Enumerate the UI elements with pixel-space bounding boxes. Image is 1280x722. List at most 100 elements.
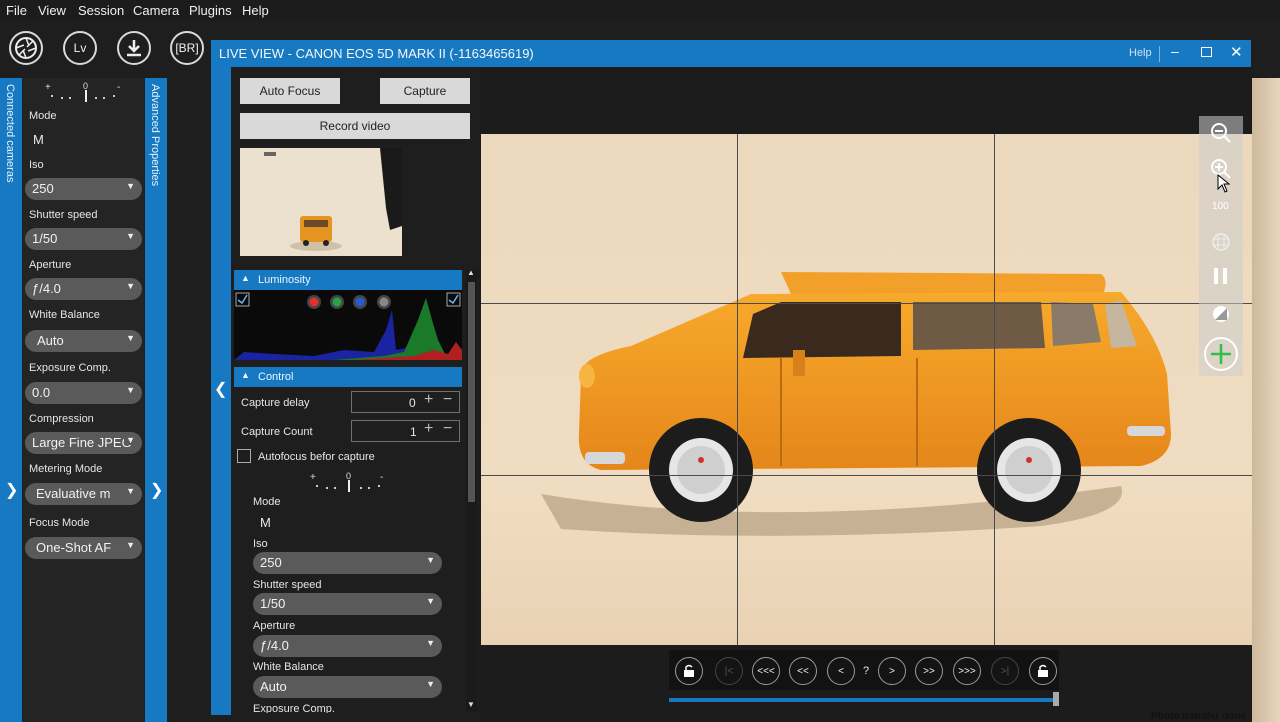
first-button[interactable]: |<: [715, 657, 743, 685]
exposure-scale-icon: + 0 -: [310, 471, 383, 492]
mouse-cursor-icon: [1217, 174, 1231, 193]
focus-point-icon[interactable]: [1203, 336, 1239, 372]
pause-icon[interactable]: [1213, 267, 1229, 285]
chevron-down-icon: ▼: [124, 435, 135, 445]
timeline-slider[interactable]: [669, 692, 1059, 706]
aperture-select-value: ƒ/4.0: [32, 281, 61, 296]
chevron-down-icon: ▼: [426, 638, 435, 648]
expand-advanced-icon[interactable]: ❯: [150, 480, 163, 500]
bracketing-label: [BR]: [175, 41, 199, 55]
advanced-properties-strip[interactable]: Advanced Properties ❯: [145, 78, 167, 722]
lv-iso-select[interactable]: 250 ▼: [253, 552, 442, 574]
minimize-icon[interactable]: –: [1171, 43, 1179, 59]
compression-select-value: Large Fine JPEG: [32, 435, 132, 450]
menu-file[interactable]: File: [6, 3, 27, 18]
minus-icon[interactable]: −: [443, 391, 452, 409]
edge-detection-icon[interactable]: [1211, 304, 1231, 324]
iso-select[interactable]: 250 ▼: [25, 178, 142, 200]
next-3-button[interactable]: >>>: [953, 657, 981, 685]
liveview-title: LIVE VIEW - CANON EOS 5D MARK II (-11634…: [219, 46, 534, 61]
histogram: [234, 290, 462, 360]
lv-aperture-select[interactable]: ƒ/4.0 ▼: [253, 635, 442, 657]
control-header[interactable]: ▲ Control: [234, 367, 462, 387]
minus-icon[interactable]: −: [443, 420, 452, 438]
luminosity-header[interactable]: ▲ Luminosity: [234, 270, 462, 290]
white-balance-select[interactable]: Auto ▼: [25, 330, 142, 352]
metering-select[interactable]: Evaluative m ▼: [25, 483, 142, 505]
plus-icon[interactable]: +: [424, 391, 433, 409]
mode-value: M: [33, 132, 44, 147]
autofocus-checkbox[interactable]: [237, 449, 251, 463]
capture-delay-label: Capture delay: [241, 397, 310, 409]
liveview-image[interactable]: [481, 134, 1252, 645]
iso-label: Iso: [29, 159, 44, 171]
help-link[interactable]: Help: [1129, 47, 1152, 59]
liveview-button[interactable]: Lv: [63, 31, 97, 65]
bracketing-button[interactable]: [BR]: [170, 31, 204, 65]
chevron-down-icon: ▼: [126, 281, 135, 291]
menu-camera[interactable]: Camera: [133, 3, 179, 18]
lv-wb-select[interactable]: Auto ▼: [253, 676, 442, 698]
maximize-icon[interactable]: [1201, 47, 1212, 57]
panel-scrollbar[interactable]: ▲ ▼: [466, 268, 477, 712]
capture-count-stepper[interactable]: 1 + −: [351, 420, 460, 442]
white-balance-label: White Balance: [29, 309, 100, 321]
chevron-down-icon: ▼: [426, 596, 435, 606]
auto-focus-button[interactable]: Auto Focus: [240, 78, 340, 104]
lv-wb-label: White Balance: [253, 661, 324, 673]
connected-cameras-strip[interactable]: Connected cameras ❯: [0, 78, 22, 722]
svg-text:0: 0: [83, 81, 88, 91]
chevron-down-icon: ▼: [126, 181, 135, 191]
chevron-down-icon: ▼: [426, 555, 435, 565]
view-toolbar: 100: [1199, 116, 1243, 376]
aperture-icon: [15, 37, 37, 59]
next-button[interactable]: >: [878, 657, 906, 685]
grid-toggle-icon[interactable]: [1211, 232, 1231, 252]
exposure-comp-select[interactable]: 0.0 ▼: [25, 382, 142, 404]
download-button[interactable]: [117, 31, 151, 65]
capture-count-value: 1: [410, 425, 417, 439]
zoom-out-icon[interactable]: [1210, 122, 1232, 144]
compression-select[interactable]: Large Fine JPEG ▼: [25, 432, 142, 454]
shutter-select[interactable]: 1/50 ▼: [25, 228, 142, 250]
menu-plugins[interactable]: Plugins: [189, 3, 232, 18]
lv-wb-select-value: Auto: [260, 679, 287, 694]
background-edge: [1252, 78, 1280, 722]
focus-mode-select[interactable]: One-Shot AF ▼: [25, 537, 142, 559]
prev-2-button[interactable]: <<: [789, 657, 817, 685]
capture-delay-stepper[interactable]: 0 + −: [351, 391, 460, 413]
scroll-down-icon[interactable]: ▼: [467, 700, 475, 709]
menu-view[interactable]: View: [38, 3, 66, 18]
capture-button[interactable]: Capture: [380, 78, 470, 104]
scroll-up-icon[interactable]: ▲: [467, 268, 475, 277]
white-balance-select-value: Auto: [37, 333, 64, 348]
last-button[interactable]: >|: [991, 657, 1019, 685]
svg-text:-: -: [380, 472, 383, 483]
record-video-button[interactable]: Record video: [240, 113, 470, 139]
download-icon: [127, 40, 141, 57]
lock-right-icon[interactable]: [1029, 657, 1057, 685]
aperture-select[interactable]: ƒ/4.0 ▼: [25, 278, 142, 300]
capture-aperture-button[interactable]: [9, 31, 43, 65]
lv-aperture-label: Aperture: [253, 620, 296, 632]
menu-help[interactable]: Help: [242, 3, 269, 18]
next-2-button[interactable]: >>: [915, 657, 943, 685]
svg-text:0: 0: [346, 471, 351, 481]
metering-select-value: Evaluative m: [36, 486, 111, 501]
plus-icon[interactable]: +: [424, 420, 433, 438]
lv-shutter-select[interactable]: 1/50 ▼: [253, 593, 442, 615]
collapse-panel-icon[interactable]: ❮: [214, 379, 227, 399]
expand-left-icon[interactable]: ❯: [5, 480, 18, 500]
chevron-down-icon: ▼: [126, 231, 135, 241]
prev-button[interactable]: <: [827, 657, 855, 685]
liveview-panel-strip[interactable]: ❮: [211, 67, 231, 715]
menu-session[interactable]: Session: [78, 3, 124, 18]
preview-thumbnail: [240, 148, 402, 256]
slider-thumb[interactable]: [1053, 692, 1059, 706]
chevron-down-icon: ▼: [126, 333, 135, 343]
menu-bar: File View Session Camera Plugins Help: [0, 0, 1280, 22]
prev-3-button[interactable]: <<<: [752, 657, 780, 685]
close-icon[interactable]: ✕: [1230, 43, 1243, 61]
lock-left-icon[interactable]: [675, 657, 703, 685]
scroll-thumb[interactable]: [468, 282, 475, 502]
